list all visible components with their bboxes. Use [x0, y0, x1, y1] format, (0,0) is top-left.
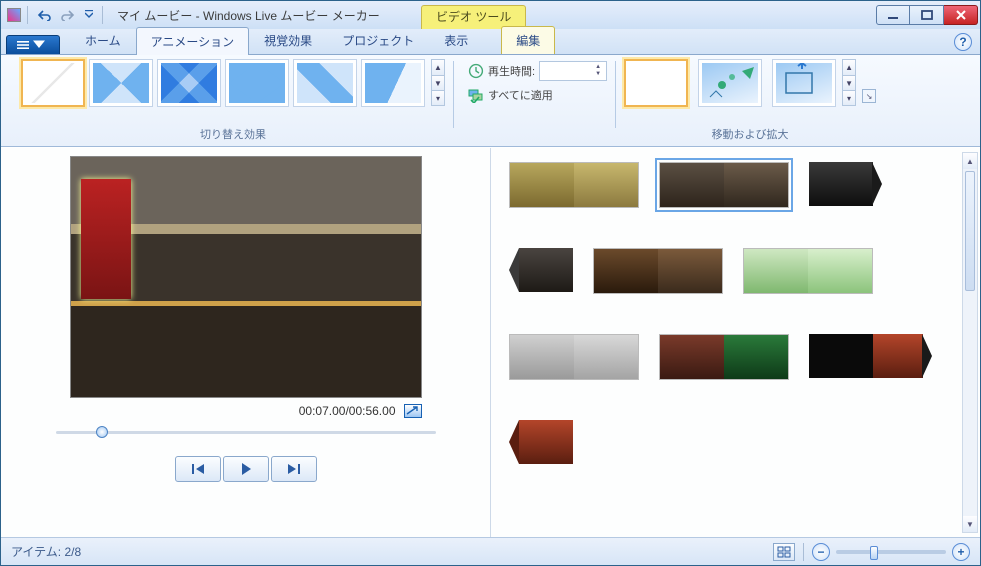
clip-10[interactable] — [509, 420, 573, 464]
maximize-button[interactable] — [910, 5, 944, 25]
next-frame-button[interactable] — [271, 456, 317, 482]
duration-input[interactable]: ▲▼ — [539, 61, 607, 81]
main-area: 00:07.00/00:56.00 — [1, 147, 980, 537]
clip-3[interactable] — [809, 162, 882, 208]
preview-pane: 00:07.00/00:56.00 — [1, 148, 491, 537]
window-title: マイ ムービー - Windows Live ムービー メーカー — [117, 7, 380, 24]
gallery-up-icon[interactable]: ▲ — [432, 60, 444, 75]
clip-8[interactable] — [659, 334, 789, 380]
undo-button[interactable] — [34, 5, 54, 25]
clip-5[interactable] — [593, 248, 723, 294]
clip-2[interactable] — [659, 162, 789, 208]
apply-all-button[interactable]: すべてに適用 — [468, 87, 553, 103]
clip-4[interactable] — [509, 248, 573, 294]
clip-9[interactable] — [809, 334, 932, 380]
zoom-in-button[interactable]: + — [952, 543, 970, 561]
tab-edit[interactable]: 編集 — [501, 26, 555, 54]
zoom-knob[interactable] — [870, 546, 878, 560]
statusbar: アイテム: 2/8 − + — [1, 537, 980, 565]
gallery-more-icon[interactable]: ▾ — [432, 90, 444, 105]
seek-knob[interactable] — [96, 426, 108, 438]
storyboard-scrollbar[interactable]: ▲ ▼ — [962, 152, 978, 533]
spin-down-icon[interactable]: ▼ — [593, 71, 603, 78]
panzoom-gallery-scroll[interactable]: ▲ ▼ ▾ — [842, 59, 856, 106]
panzoom-gallery — [624, 59, 836, 107]
clip-6[interactable] — [743, 248, 873, 294]
app-icon — [7, 8, 21, 22]
transitions-gallery: ▲ ▼ ▾ — [21, 59, 445, 107]
tab-project[interactable]: プロジェクト — [327, 26, 429, 54]
apply-all-label: すべてに適用 — [488, 87, 553, 103]
zoom-slider[interactable] — [836, 550, 946, 554]
thumbnail-view-button[interactable] — [773, 543, 795, 561]
tab-animations[interactable]: アニメーション — [136, 27, 250, 55]
window-controls — [876, 5, 978, 25]
panzoom-auto[interactable] — [698, 59, 762, 107]
tab-home[interactable]: ホーム — [70, 26, 136, 54]
zoom-out-button[interactable]: − — [812, 543, 830, 561]
duration-label: 再生時間: — [488, 63, 535, 79]
panzoom-group-label: 移動および拡大 — [712, 124, 789, 144]
close-button[interactable] — [944, 5, 978, 25]
qat-customize-button[interactable] — [82, 5, 96, 25]
transition-diamond[interactable] — [225, 59, 289, 107]
playback-controls — [175, 456, 317, 482]
fullscreen-button[interactable] — [404, 404, 422, 418]
ribbon: ▲ ▼ ▾ 切り替え効果 再生時間: ▲▼ — [1, 55, 980, 147]
storyboard[interactable]: ▲ ▼ — [491, 148, 980, 537]
clock-icon — [468, 63, 484, 79]
help-button[interactable]: ? — [954, 33, 972, 51]
ribbon-tabs: ホーム アニメーション 視覚効果 プロジェクト 表示 編集 ? — [1, 29, 980, 55]
prev-frame-button[interactable] — [175, 456, 221, 482]
scroll-up-icon[interactable]: ▲ — [963, 153, 977, 169]
transition-cross[interactable] — [293, 59, 357, 107]
scroll-thumb[interactable] — [965, 171, 975, 291]
file-menu-button[interactable] — [6, 35, 60, 54]
zoom-control: − + — [812, 543, 970, 561]
transition-crossfade[interactable] — [89, 59, 153, 107]
redo-button[interactable] — [58, 5, 78, 25]
seek-slider[interactable] — [56, 422, 436, 442]
scroll-down-icon[interactable]: ▼ — [963, 516, 977, 532]
transition-sweep[interactable] — [361, 59, 425, 107]
transition-none[interactable] — [21, 59, 85, 107]
clip-1[interactable] — [509, 162, 639, 208]
panzoom-none[interactable] — [624, 59, 688, 107]
clip-7[interactable] — [509, 334, 639, 380]
minimize-button[interactable] — [876, 5, 910, 25]
transitions-gallery-scroll[interactable]: ▲ ▼ ▾ — [431, 59, 445, 106]
status-items: アイテム: 2/8 — [11, 543, 81, 560]
app-window: マイ ムービー - Windows Live ムービー メーカー ビデオ ツール… — [0, 0, 981, 566]
gallery-up-icon[interactable]: ▲ — [843, 60, 855, 75]
preview-video[interactable] — [70, 156, 422, 398]
gallery-down-icon[interactable]: ▼ — [843, 75, 855, 90]
tab-visual-effects[interactable]: 視覚効果 — [249, 26, 327, 54]
gallery-more-icon[interactable]: ▾ — [843, 90, 855, 105]
apply-all-icon — [468, 87, 484, 103]
panzoom-zoomin[interactable] — [772, 59, 836, 107]
gallery-down-icon[interactable]: ▼ — [432, 75, 444, 90]
panzoom-dialog-launcher[interactable]: ↘ — [862, 89, 876, 103]
tab-view[interactable]: 表示 — [429, 26, 483, 54]
transitions-group-label: 切り替え効果 — [200, 124, 266, 144]
time-display: 00:07.00/00:56.00 — [299, 404, 396, 418]
spin-up-icon[interactable]: ▲ — [593, 64, 603, 71]
play-button[interactable] — [223, 456, 269, 482]
transition-diagonal[interactable] — [157, 59, 221, 107]
